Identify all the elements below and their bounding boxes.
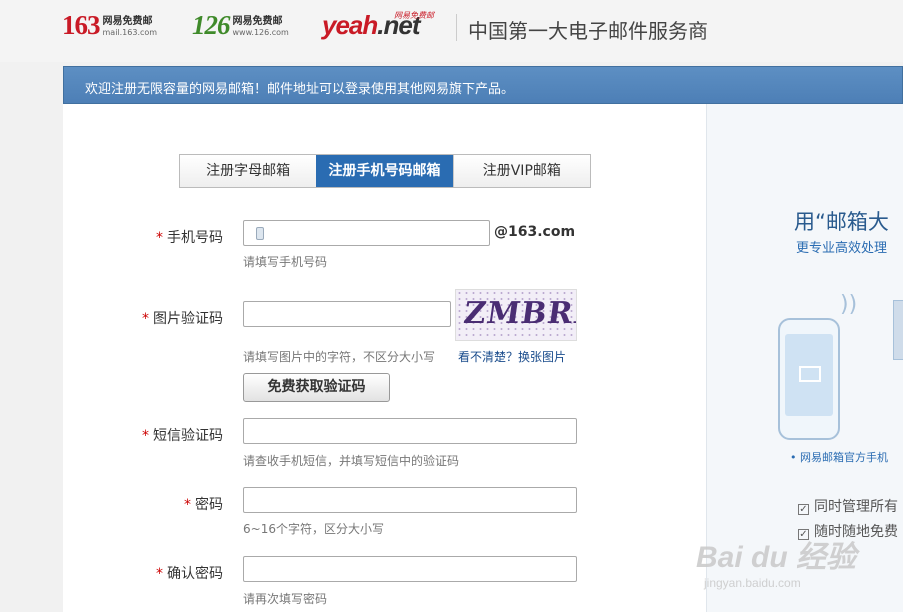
email-domain-suffix: @163.com xyxy=(494,224,576,240)
promo-subtitle: 更专业高效处理 xyxy=(796,241,888,256)
logo-yeah-mark: yeah xyxy=(322,10,378,40)
password-label: * 密码 xyxy=(184,497,223,513)
sms-code-label: * 短信验证码 xyxy=(142,428,223,444)
device-icon xyxy=(893,300,903,360)
envelope-icon xyxy=(799,366,821,382)
promo-title: 用“邮箱大 xyxy=(794,210,889,234)
password-input[interactable] xyxy=(243,487,577,513)
logo-163-title: 网易免费邮 xyxy=(102,16,153,27)
header-divider xyxy=(456,14,457,41)
logo-163-domain: mail.163.com xyxy=(102,28,158,37)
mobile-phone-icon xyxy=(778,318,840,440)
site-header: 163 网易免费邮 mail.163.com 126 网易免费邮 www.126… xyxy=(0,0,903,62)
captcha-hint: 请填写图片中的字符，不区分大小写 xyxy=(243,350,436,364)
logo-126[interactable]: 126 网易免费邮 www.126.com xyxy=(192,12,289,39)
captcha-input[interactable] xyxy=(243,301,451,327)
phone-input[interactable] xyxy=(243,220,490,246)
refresh-captcha-link[interactable]: 看不清楚？换张图片 xyxy=(458,348,566,365)
captcha-image[interactable]: ZMBRK xyxy=(455,289,577,341)
password-hint: 6~16个字符，区分大小写 xyxy=(243,522,384,536)
confirm-password-label: * 确认密码 xyxy=(156,566,223,582)
logo-163-mark: 163 xyxy=(62,10,100,40)
signal-icon: )) xyxy=(840,292,858,317)
promo-official-app[interactable]: • 网易邮箱官方手机 xyxy=(790,449,888,465)
captcha-label: * 图片验证码 xyxy=(142,311,223,327)
tab-phone-mailbox[interactable]: 注册手机号码邮箱 xyxy=(316,155,453,187)
logo-126-title: 网易免费邮 xyxy=(232,16,283,27)
logo-yeah[interactable]: 网易免费邮 yeah.net xyxy=(322,10,434,40)
logo-yeah-tag: 网易免费邮 xyxy=(394,11,434,20)
welcome-banner: 欢迎注册无限容量的网易邮箱！邮件地址可以登录使用其他网易旗下产品。 xyxy=(63,66,903,104)
header-slogan: 中国第一大电子邮件服务商 xyxy=(468,19,708,43)
logo-163[interactable]: 163 网易免费邮 mail.163.com xyxy=(62,12,157,39)
baidu-jingyan-watermark: Bai du 经验 jingyan.baidu.com xyxy=(696,541,857,590)
confirm-password-hint: 请再次填写密码 xyxy=(243,592,328,606)
sms-code-hint: 请查收手机短信，并填写短信中的验证码 xyxy=(243,454,460,468)
tab-vip-mailbox[interactable]: 注册VIP邮箱 xyxy=(452,155,590,187)
confirm-password-input[interactable] xyxy=(243,556,577,582)
checkbox-icon: ✓ xyxy=(798,504,809,515)
phone-icon xyxy=(256,227,264,240)
promo-feature-1: ✓ 同时管理所有 xyxy=(798,499,898,515)
get-sms-code-button[interactable]: 免费获取验证码 xyxy=(243,373,390,402)
phone-hint: 请填写手机号码 xyxy=(243,255,328,269)
captcha-text: ZMBRK xyxy=(461,296,577,331)
logo-126-domain: www.126.com xyxy=(232,28,289,37)
sms-code-input[interactable] xyxy=(243,418,577,444)
register-tabs: 注册字母邮箱 注册手机号码邮箱 注册VIP邮箱 xyxy=(179,154,591,188)
logo-126-mark: 126 xyxy=(192,10,230,40)
tab-letter-mailbox[interactable]: 注册字母邮箱 xyxy=(180,155,316,187)
phone-label: * 手机号码 xyxy=(156,230,223,246)
